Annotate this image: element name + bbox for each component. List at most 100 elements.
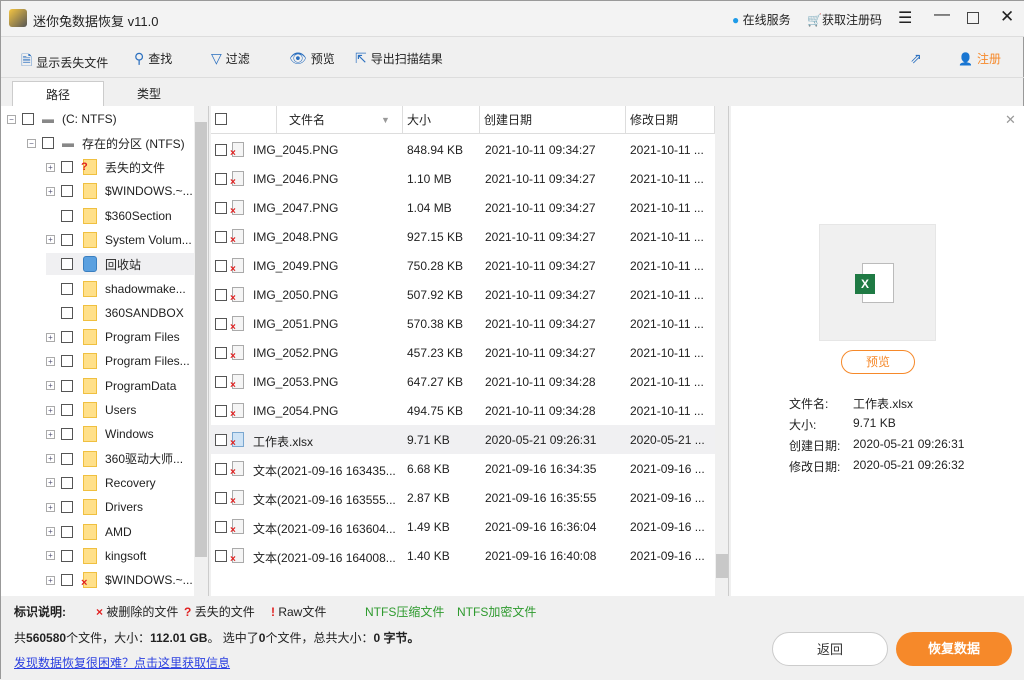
expand-icon[interactable]: +: [46, 162, 55, 172]
tree-item[interactable]: +360驱动大师...: [46, 448, 183, 470]
row-checkbox[interactable]: [215, 260, 227, 272]
checkbox[interactable]: [61, 185, 73, 198]
checkbox[interactable]: [42, 137, 54, 149]
tree-item[interactable]: + System Volum...: [46, 229, 192, 251]
tree-item[interactable]: + AMD: [46, 521, 132, 543]
export-results-button[interactable]: ⇱ 导出扫描结果: [355, 50, 443, 67]
collapse-icon[interactable]: −: [27, 138, 36, 148]
tree-item[interactable]: + Users: [46, 399, 136, 421]
tree-item[interactable]: + × $WINDOWS.~...: [46, 569, 193, 591]
expand-icon[interactable]: +: [46, 478, 55, 488]
checkbox[interactable]: [61, 549, 73, 562]
checkbox[interactable]: [61, 282, 73, 295]
file-row[interactable]: × IMG_2048.PNG 927.15 KB 2021-10-11 09:34:2…: [211, 222, 715, 251]
tree-root[interactable]: − ▬ (C: NTFS): [7, 108, 117, 130]
tree-item[interactable]: +? 丢失的文件: [46, 156, 165, 178]
select-all[interactable]: [211, 106, 277, 134]
expand-icon[interactable]: +: [46, 186, 55, 196]
checkbox[interactable]: [61, 525, 73, 538]
file-row[interactable]: × IMG_2053.PNG 647.27 KB 2021-10-11 09:34:2…: [211, 367, 715, 396]
collapse-icon[interactable]: −: [7, 114, 16, 124]
row-checkbox[interactable]: [215, 318, 227, 330]
tree-partition[interactable]: − ▬ 存在的分区 (NTFS): [27, 132, 185, 154]
tree-item[interactable]: 回收站: [46, 253, 194, 276]
checkbox[interactable]: [61, 404, 73, 416]
file-row[interactable]: × IMG_2047.PNG 1.04 MB 2021-10-11 09:34:27 2…: [211, 193, 715, 222]
checkbox[interactable]: [61, 501, 73, 514]
preview-button[interactable]: 预览: [841, 350, 915, 374]
scrollbar-thumb[interactable]: [195, 122, 207, 557]
checkbox[interactable]: [61, 355, 73, 368]
tree-item[interactable]: + Drivers: [46, 496, 143, 518]
column-size[interactable]: 大小: [403, 106, 480, 134]
row-checkbox[interactable]: [215, 144, 227, 156]
row-checkbox[interactable]: [215, 376, 227, 388]
row-checkbox[interactable]: [215, 463, 227, 475]
file-row[interactable]: × IMG_2045.PNG 848.94 KB 2021-10-11 09:34:2…: [211, 135, 715, 164]
tree-item[interactable]: + Program Files...: [46, 350, 190, 372]
file-row[interactable]: × 文本(2021-09-16 164008... 1.40 KB 2021-09-1…: [211, 541, 715, 570]
expand-icon[interactable]: +: [46, 575, 55, 585]
column-modified[interactable]: 修改日期: [626, 106, 715, 134]
file-row[interactable]: × IMG_2049.PNG 750.28 KB 2021-10-11 09:34:2…: [211, 251, 715, 280]
register-button[interactable]: 👤 注册: [958, 50, 1001, 67]
row-checkbox[interactable]: [215, 492, 227, 504]
row-checkbox[interactable]: [215, 289, 227, 301]
filter-button[interactable]: ▽ 过滤: [211, 50, 250, 67]
tree-item[interactable]: + Program Files: [46, 326, 180, 348]
file-row[interactable]: × 文本(2021-09-16 163555... 2.87 KB 2021-09-1…: [211, 483, 715, 512]
tree-item[interactable]: + kingsoft: [46, 545, 146, 567]
tree-item[interactable]: $360Section: [46, 205, 172, 227]
maximize-button[interactable]: [967, 12, 979, 24]
recover-button[interactable]: 恢复数据: [896, 632, 1012, 666]
tree-item[interactable]: + Recovery: [46, 472, 156, 494]
select-all-checkbox[interactable]: [215, 113, 227, 125]
file-row[interactable]: × 文本(2021-09-16 163604... 1.49 KB 2021-09-1…: [211, 512, 715, 541]
expand-icon[interactable]: +: [46, 405, 55, 415]
row-checkbox[interactable]: [215, 173, 227, 185]
find-button[interactable]: ⚲ 查找: [134, 50, 172, 67]
back-button[interactable]: 返回: [772, 632, 888, 666]
preview-toolbar-button[interactable]: 👁 预览: [289, 50, 335, 67]
checkbox[interactable]: [61, 258, 73, 271]
file-row[interactable]: × 文本(2021-09-16 163435... 6.68 KB 2021-09-1…: [211, 454, 715, 483]
file-row[interactable]: × IMG_2054.PNG 494.75 KB 2021-10-11 09:34:2…: [211, 396, 715, 425]
get-code-button[interactable]: 🛒获取注册码: [807, 11, 882, 28]
checkbox[interactable]: [61, 476, 73, 489]
checkbox[interactable]: [61, 331, 73, 344]
scrollbar-thumb[interactable]: [716, 554, 728, 578]
help-link[interactable]: 发现数据恢复很困难？点击这里获取信息: [14, 654, 230, 671]
checkbox[interactable]: [61, 379, 73, 392]
close-button[interactable]: ✕: [1000, 7, 1014, 27]
row-checkbox[interactable]: [215, 347, 227, 359]
row-checkbox[interactable]: [215, 434, 227, 446]
expand-icon[interactable]: +: [46, 551, 55, 561]
row-checkbox[interactable]: [215, 231, 227, 243]
row-checkbox[interactable]: [215, 202, 227, 214]
expand-icon[interactable]: +: [46, 235, 55, 245]
online-service-button[interactable]: ● 在线服务: [732, 11, 791, 28]
tab-type[interactable]: 类型: [103, 81, 195, 106]
file-row[interactable]: × IMG_2051.PNG 570.38 KB 2021-10-11 09:34:2…: [211, 309, 715, 338]
file-row[interactable]: × IMG_2046.PNG 1.10 MB 2021-10-11 09:34:27 2…: [211, 164, 715, 193]
minimize-button[interactable]: —: [934, 6, 950, 24]
expand-icon[interactable]: +: [46, 502, 55, 512]
row-checkbox[interactable]: [215, 521, 227, 533]
expand-icon[interactable]: +: [46, 527, 55, 536]
file-row[interactable]: × IMG_2052.PNG 457.23 KB 2021-10-11 09:34:2…: [211, 338, 715, 367]
close-preview-icon[interactable]: ✕: [1005, 112, 1016, 128]
share-button[interactable]: ⇗: [910, 50, 922, 67]
checkbox[interactable]: [61, 428, 73, 441]
column-name[interactable]: 文件名 ▼: [277, 106, 403, 134]
expand-icon[interactable]: +: [46, 381, 55, 391]
checkbox[interactable]: [61, 209, 73, 222]
menu-icon[interactable]: ☰: [898, 8, 912, 28]
column-created[interactable]: 创建日期: [480, 106, 626, 134]
tree-item[interactable]: + ProgramData: [46, 375, 176, 397]
checkbox[interactable]: [61, 452, 73, 465]
file-row[interactable]: × IMG_2050.PNG 507.92 KB 2021-10-11 09:34:2…: [211, 280, 715, 309]
row-checkbox[interactable]: [215, 405, 227, 417]
tree-item[interactable]: + $WINDOWS.~...: [46, 180, 193, 202]
checkbox[interactable]: [22, 113, 34, 125]
file-list-scrollbar[interactable]: [715, 106, 728, 596]
